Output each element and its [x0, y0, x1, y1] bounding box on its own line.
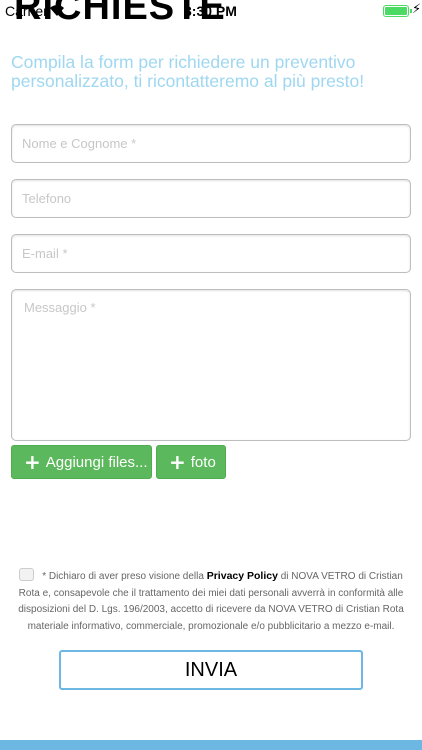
submit-button[interactable]: INVIA	[59, 650, 363, 690]
intro-text: Compila la form per richiedere un preven…	[11, 52, 365, 91]
name-input[interactable]	[12, 125, 410, 162]
email-field-wrapper	[11, 234, 411, 273]
consent-text-before: * Dichiaro di aver preso visione della	[42, 571, 207, 582]
bottom-bar	[0, 740, 422, 750]
battery-icon	[383, 5, 409, 17]
consent-checkbox[interactable]	[19, 568, 35, 581]
privacy-consent: * Dichiaro di aver preso visione della P…	[11, 568, 411, 635]
page-title: RICHIESTE	[14, 0, 226, 28]
phone-input[interactable]	[12, 180, 410, 217]
message-field-wrapper	[11, 289, 411, 441]
photo-label: foto	[190, 453, 216, 471]
add-files-button[interactable]: + Aggiungi files...	[11, 445, 152, 479]
charging-bolt-icon: ⚡	[412, 2, 422, 17]
add-files-label: Aggiungi files...	[45, 453, 148, 471]
privacy-policy-link[interactable]: Privacy Policy	[207, 570, 278, 582]
message-textarea[interactable]	[12, 290, 410, 440]
email-input[interactable]	[12, 235, 410, 272]
add-photo-button[interactable]: + foto	[156, 445, 226, 479]
phone-field-wrapper	[11, 179, 411, 218]
plus-icon: +	[169, 450, 186, 474]
submit-label: INVIA	[184, 658, 238, 681]
plus-icon: +	[24, 450, 41, 474]
name-field-wrapper	[11, 124, 411, 163]
